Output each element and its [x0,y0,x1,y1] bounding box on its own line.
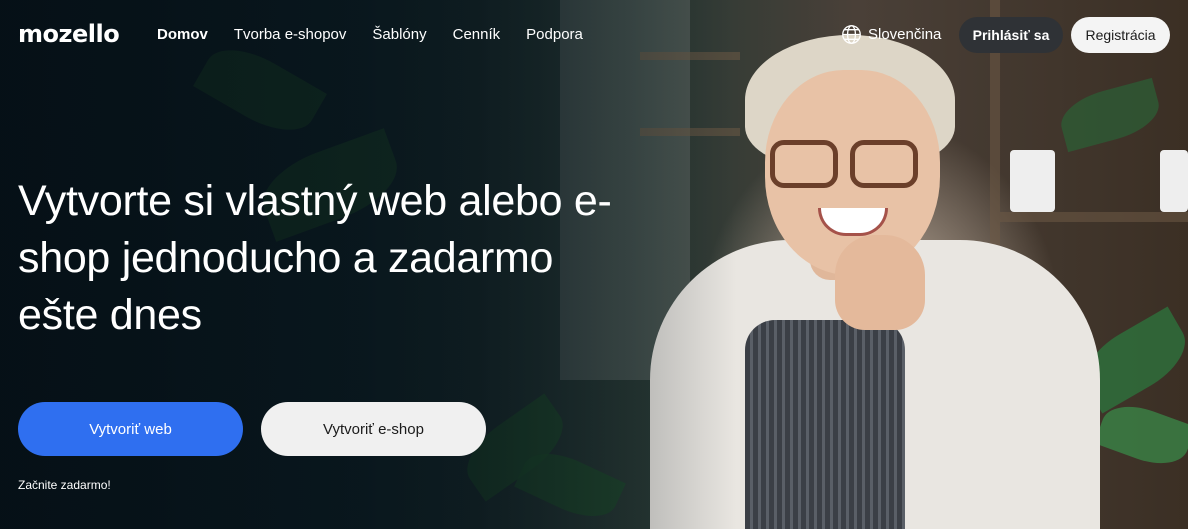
top-navigation: mozello Domov Tvorba e-shopov Šablóny Ce… [0,0,1188,70]
login-button[interactable]: Prihlásiť sa [959,17,1063,53]
create-eshop-button[interactable]: Vytvoriť e-shop [261,402,486,456]
register-button[interactable]: Registrácia [1071,17,1170,53]
nav-links: Domov Tvorba e-shopov Šablóny Cenník Pod… [157,26,583,43]
language-label: Slovenčina [868,26,942,43]
nav-item-pricing[interactable]: Cenník [453,26,501,43]
hero-section: mozello Domov Tvorba e-shopov Šablóny Ce… [0,0,1188,529]
start-free-note: Začnite zadarmo! [18,478,111,492]
globe-icon [842,25,861,44]
mozello-logo[interactable]: mozello [18,20,120,48]
nav-item-home[interactable]: Domov [157,26,208,43]
nav-item-eshop-creation[interactable]: Tvorba e-shopov [234,26,347,43]
hero-headline: Vytvorte si vlastný web alebo e-shop jed… [18,177,612,339]
nav-item-templates[interactable]: Šablóny [372,26,426,43]
language-selector[interactable]: Slovenčina [841,24,941,45]
nav-item-support[interactable]: Podpora [526,26,583,43]
create-website-button[interactable]: Vytvoriť web [18,402,243,456]
